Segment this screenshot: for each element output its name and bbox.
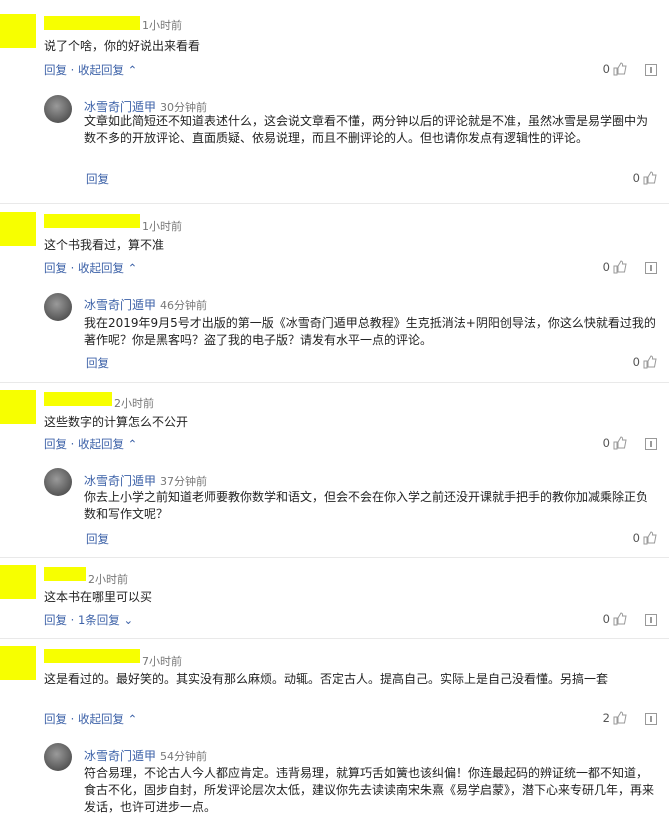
thumbs-up-icon xyxy=(643,531,657,545)
chevron-up-icon[interactable]: ⌃ xyxy=(128,261,138,275)
thumbs-up-icon xyxy=(613,436,627,450)
like-count: 0 xyxy=(602,436,610,450)
divider xyxy=(0,638,669,639)
divider xyxy=(0,203,669,204)
avatar[interactable] xyxy=(0,212,36,246)
collapse-replies-button[interactable]: · 收起回复 xyxy=(71,712,124,726)
report-icon[interactable] xyxy=(645,713,657,725)
avatar[interactable] xyxy=(0,646,36,680)
reply-button[interactable]: 回复 xyxy=(86,355,109,371)
reply-time: 46分钟前 xyxy=(160,299,208,312)
reply-author-name[interactable]: 冰雪奇门遁甲 xyxy=(84,298,156,312)
like-button[interactable]: 0 xyxy=(603,612,627,626)
thumbs-up-icon xyxy=(613,711,627,725)
report-icon[interactable] xyxy=(645,262,657,274)
username-redacted[interactable] xyxy=(44,649,140,663)
reply-author[interactable]: 冰雪奇门遁甲 46分钟前 xyxy=(84,296,207,313)
avatar[interactable] xyxy=(44,468,72,496)
reply-text: 我在2019年9月5号才出版的第一版《冰雪奇门遁甲总教程》生克抵消法+阴阳创导法… xyxy=(84,316,656,347)
comment-actions: 回复 · 收起回复 ⌃ xyxy=(44,711,137,727)
like-button[interactable]: 0 xyxy=(633,531,657,545)
comment-time: 1小时前 xyxy=(142,19,182,32)
like-count: 0 xyxy=(602,62,610,76)
chevron-up-icon[interactable]: ⌃ xyxy=(128,437,138,451)
username-redacted[interactable] xyxy=(44,214,140,228)
reply-button[interactable]: 回复 xyxy=(86,171,109,187)
comment-time: 2小时前 xyxy=(114,397,154,410)
like-button[interactable]: 0 xyxy=(633,355,657,369)
like-button[interactable]: 2 xyxy=(603,711,627,725)
avatar[interactable] xyxy=(0,14,36,48)
username-redacted[interactable] xyxy=(44,567,86,581)
collapse-replies-button[interactable]: · 收起回复 xyxy=(71,261,124,275)
reply-button[interactable]: 回复 xyxy=(44,712,67,726)
reply-button[interactable]: 回复 xyxy=(44,613,67,627)
like-button[interactable]: 0 xyxy=(603,62,627,76)
reply-button[interactable]: 回复 xyxy=(86,531,109,547)
collapse-replies-button[interactable]: · 收起回复 xyxy=(71,63,124,77)
reply-author[interactable]: 冰雪奇门遁甲 54分钟前 xyxy=(84,747,207,764)
reply-button[interactable]: 回复 xyxy=(44,63,67,77)
like-button[interactable]: 0 xyxy=(633,171,657,185)
like-count: 0 xyxy=(632,355,640,369)
like-button[interactable]: 0 xyxy=(603,436,627,450)
thumbs-up-icon xyxy=(613,260,627,274)
comment-text: 说了个啥，你的好说出来看看 xyxy=(44,39,201,53)
avatar[interactable] xyxy=(0,565,36,599)
reply-time: 37分钟前 xyxy=(160,475,208,488)
comment-text: 这个书我看过，算不准 xyxy=(44,238,165,252)
username-redacted[interactable] xyxy=(44,16,140,30)
comment-actions: 回复 · 1条回复 ⌄ xyxy=(44,612,133,628)
report-icon[interactable] xyxy=(645,64,657,76)
like-count: 0 xyxy=(632,531,640,545)
reply-author[interactable]: 冰雪奇门遁甲 37分钟前 xyxy=(84,472,207,489)
thumbs-up-icon xyxy=(613,612,627,626)
collapse-replies-button[interactable]: · 收起回复 xyxy=(71,437,124,451)
reply-text: 文章如此简短还不知道表述什么，这会说文章看不懂，两分钟以后的评论就是不准，虽然冰… xyxy=(84,114,649,145)
reply-author-name[interactable]: 冰雪奇门遁甲 xyxy=(84,474,156,488)
comment-text: 这本书在哪里可以买 xyxy=(44,590,153,604)
reply-text: 符合易理，不论古人今人都应肯定。违背易理，就算巧舌如簧也该纠偏！你连最起码的辨证… xyxy=(84,766,655,814)
reply-time: 54分钟前 xyxy=(160,750,208,763)
avatar[interactable] xyxy=(44,293,72,321)
reply-text: 你去上小学之前知道老师要教你数学和语文，但会不会在你入学之前还没开课就手把手的教… xyxy=(84,490,649,521)
chevron-down-icon[interactable]: ⌄ xyxy=(123,613,133,627)
thumbs-up-icon xyxy=(643,355,657,369)
comment-time: 1小时前 xyxy=(142,220,182,233)
reply-author-name[interactable]: 冰雪奇门遁甲 xyxy=(84,749,156,763)
chevron-up-icon[interactable]: ⌃ xyxy=(128,712,138,726)
like-count: 0 xyxy=(602,260,610,274)
comment-time: 2小时前 xyxy=(88,573,128,586)
username-redacted[interactable] xyxy=(44,392,112,406)
reply-button[interactable]: 回复 xyxy=(44,437,67,451)
reply-author-name[interactable]: 冰雪奇门遁甲 xyxy=(84,100,156,114)
like-count: 0 xyxy=(602,612,610,626)
comment-time: 7小时前 xyxy=(142,655,182,668)
report-icon[interactable] xyxy=(645,614,657,626)
comment-text: 这是看过的。最好笑的。其实没有那么麻烦。动辄。否定古人。提高自己。实际上是自己没… xyxy=(44,672,609,686)
like-count: 0 xyxy=(632,171,640,185)
like-button[interactable]: 0 xyxy=(603,260,627,274)
like-count: 2 xyxy=(602,711,610,725)
avatar[interactable] xyxy=(44,95,72,123)
thumbs-up-icon xyxy=(613,62,627,76)
chevron-up-icon[interactable]: ⌃ xyxy=(128,63,138,77)
divider xyxy=(0,557,669,558)
avatar[interactable] xyxy=(0,390,36,424)
thumbs-up-icon xyxy=(643,171,657,185)
reply-button[interactable]: 回复 xyxy=(44,261,67,275)
comment-actions: 回复 · 收起回复 ⌃ xyxy=(44,436,137,452)
expand-replies-button[interactable]: · 1条回复 xyxy=(71,613,120,627)
divider xyxy=(0,382,669,383)
avatar[interactable] xyxy=(44,743,72,771)
comment-actions: 回复 · 收起回复 ⌃ xyxy=(44,62,137,78)
comment-text: 这些数字的计算怎么不公开 xyxy=(44,415,189,429)
report-icon[interactable] xyxy=(645,438,657,450)
comment-actions: 回复 · 收起回复 ⌃ xyxy=(44,260,137,276)
